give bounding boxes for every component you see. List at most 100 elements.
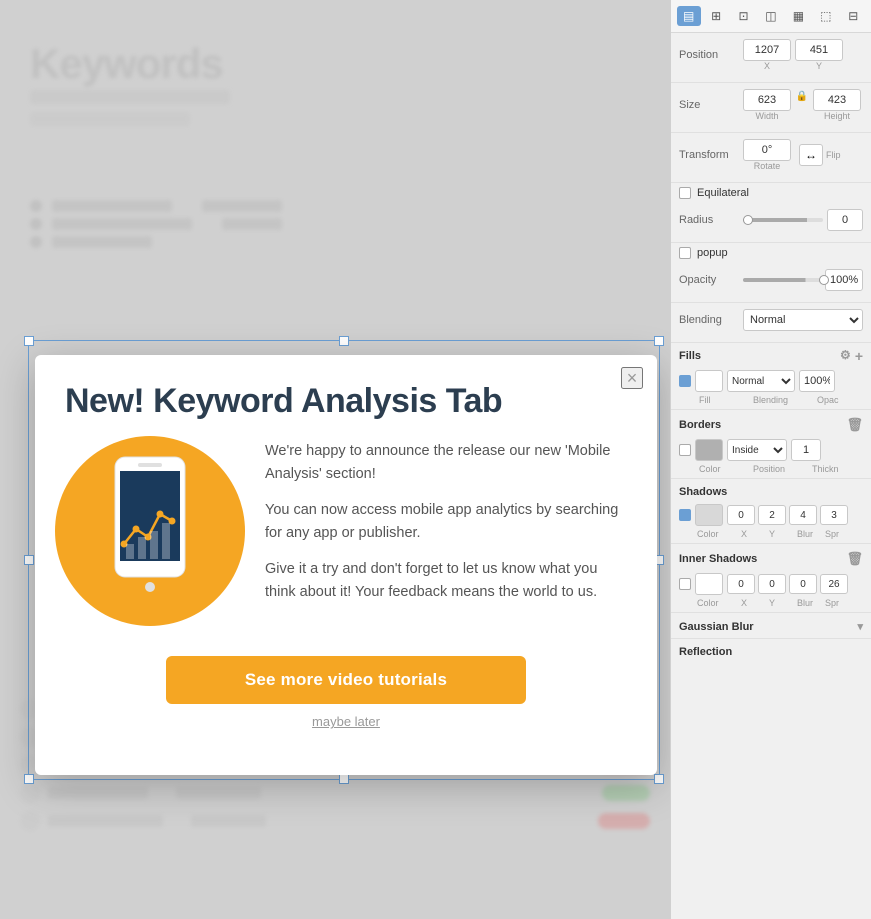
position-y-label: Y	[816, 61, 822, 71]
borders-position-select[interactable]: Inside	[727, 439, 787, 461]
equilateral-row: Equilateral	[671, 183, 871, 203]
opacity-slider-container	[743, 269, 863, 291]
position-x-item: X	[743, 39, 791, 71]
transform-label: Transform	[679, 149, 739, 161]
radius-value-input[interactable]	[827, 209, 863, 231]
popup-label-row: popup	[671, 243, 871, 263]
shadows-blur-input[interactable]	[789, 505, 817, 525]
inner-shadows-delete-icon[interactable]: 🗑	[846, 551, 863, 567]
inner-shadows-color-sublabel: Color	[697, 598, 725, 608]
fills-checkbox[interactable]	[679, 375, 691, 387]
popup-image	[55, 436, 245, 626]
fills-opacity-sublabel: Opac	[817, 395, 839, 405]
maybe-later-button[interactable]: maybe later	[312, 714, 380, 729]
shadows-y-sublabel: Y	[769, 529, 793, 539]
shadows-spread-input[interactable]	[820, 505, 848, 525]
popup-checkbox[interactable]	[679, 247, 691, 259]
gaussian-blur-header: Gaussian Blur ▾	[671, 615, 871, 636]
borders-thickness-sublabel: Thickn	[812, 464, 839, 474]
blending-select[interactable]: Normal	[743, 309, 863, 331]
size-section: Size Width 🔒 Height	[671, 83, 871, 133]
radius-row: Radius	[679, 209, 863, 231]
blending-row: Blending Normal	[679, 309, 863, 331]
opacity-slider-thumb[interactable]	[819, 275, 829, 285]
toolbar-icon-1[interactable]: ▤	[677, 6, 701, 26]
size-height-input[interactable]	[813, 89, 861, 111]
toolbar-icon-2[interactable]: ⊞	[704, 6, 728, 26]
transform-rotate-label: Rotate	[754, 161, 781, 171]
flip-horizontal-btn[interactable]: ↔	[799, 144, 823, 166]
transform-rotate-item: Rotate	[743, 139, 791, 171]
toolbar-icon-3[interactable]: ⊡	[732, 6, 756, 26]
inner-shadows-x-input[interactable]	[727, 574, 755, 594]
bg-title: Keywords	[30, 40, 223, 88]
radius-slider-thumb[interactable]	[743, 215, 753, 225]
fills-opacity-input[interactable]	[799, 370, 835, 392]
inner-shadows-section: Inner Shadows 🗑 Color X Y Blur Spr	[671, 546, 871, 610]
toolbar-icon-6[interactable]: ⬚	[814, 6, 838, 26]
shadows-sub-labels: Color X Y Blur Spr	[671, 529, 871, 541]
borders-thickness-input[interactable]	[791, 439, 821, 461]
transform-xy: Rotate ↔ Flip	[743, 139, 841, 171]
equilateral-checkbox[interactable]	[679, 187, 691, 199]
shadows-section: Shadows Color X Y Blur Spr	[671, 481, 871, 541]
position-x-input[interactable]	[743, 39, 791, 61]
gaussian-blur-arrow-icon[interactable]: ▾	[857, 620, 863, 633]
inner-shadows-label: Inner Shadows	[679, 553, 757, 565]
equilateral-label: Equilateral	[697, 187, 749, 199]
blending-section: Blending Normal	[671, 303, 871, 343]
fills-sub-labels: Fill Blending Opac	[671, 395, 871, 407]
gaussian-blur-label: Gaussian Blur	[679, 621, 754, 633]
shadows-x-input[interactable]	[727, 505, 755, 525]
shadows-x-sublabel: X	[741, 529, 765, 539]
borders-header: Borders 🗑	[671, 412, 871, 436]
borders-checkbox[interactable]	[679, 444, 691, 456]
transform-row: Transform Rotate ↔ Flip	[679, 139, 863, 171]
popup-title: New! Keyword Analysis Tab	[35, 355, 657, 436]
inner-shadows-spread-input[interactable]	[820, 574, 848, 594]
shadows-row	[671, 501, 871, 529]
size-label: Size	[679, 99, 739, 111]
borders-color-swatch[interactable]	[695, 439, 723, 461]
fills-row: Normal	[671, 367, 871, 395]
radius-label: Radius	[679, 214, 739, 226]
lock-icon[interactable]: 🔒	[795, 89, 809, 103]
shadows-color-sublabel: Color	[697, 529, 725, 539]
inner-shadows-header: Inner Shadows 🗑	[671, 546, 871, 570]
inner-shadows-x-sublabel: X	[741, 598, 765, 608]
paragraph-2: You can now access mobile app analytics …	[265, 499, 627, 544]
size-width-input[interactable]	[743, 89, 791, 111]
fills-blending-select[interactable]: Normal	[727, 370, 795, 392]
size-width-label: Width	[755, 111, 778, 121]
opacity-value-input[interactable]	[825, 269, 863, 291]
close-button[interactable]: ×	[621, 367, 643, 389]
position-section: Position X Y	[671, 33, 871, 83]
inner-shadows-spread-sublabel: Spr	[825, 598, 849, 608]
toolbar-icon-4[interactable]: ◫	[759, 6, 783, 26]
shadows-blur-sublabel: Blur	[797, 529, 821, 539]
position-y-item: Y	[795, 39, 843, 71]
paragraph-1: We're happy to announce the release our …	[265, 440, 627, 485]
cta-button[interactable]: See more video tutorials	[166, 656, 526, 704]
radius-slider[interactable]	[743, 218, 823, 222]
inner-shadows-checkbox[interactable]	[679, 578, 691, 590]
fills-color-swatch[interactable]	[695, 370, 723, 392]
fills-add-icon[interactable]: +	[855, 348, 863, 364]
inner-shadows-blur-input[interactable]	[789, 574, 817, 594]
opacity-slider[interactable]	[743, 278, 821, 282]
inner-shadows-color-swatch[interactable]	[695, 573, 723, 595]
inner-shadows-sub-labels: Color X Y Blur Spr	[671, 598, 871, 610]
position-y-input[interactable]	[795, 39, 843, 61]
toolbar-icon-7[interactable]: ⊟	[841, 6, 865, 26]
shadows-checkbox[interactable]	[679, 509, 691, 521]
inner-shadows-blur-sublabel: Blur	[797, 598, 821, 608]
shadows-header: Shadows	[671, 481, 871, 501]
toolbar-icon-5[interactable]: ▦	[786, 6, 810, 26]
transform-rotate-input[interactable]	[743, 139, 791, 161]
shadows-color-swatch[interactable]	[695, 504, 723, 526]
position-x-label: X	[764, 61, 770, 71]
fills-settings-icon[interactable]: ⚙	[840, 348, 851, 364]
shadows-y-input[interactable]	[758, 505, 786, 525]
borders-delete-icon[interactable]: 🗑	[846, 417, 863, 433]
inner-shadows-y-input[interactable]	[758, 574, 786, 594]
